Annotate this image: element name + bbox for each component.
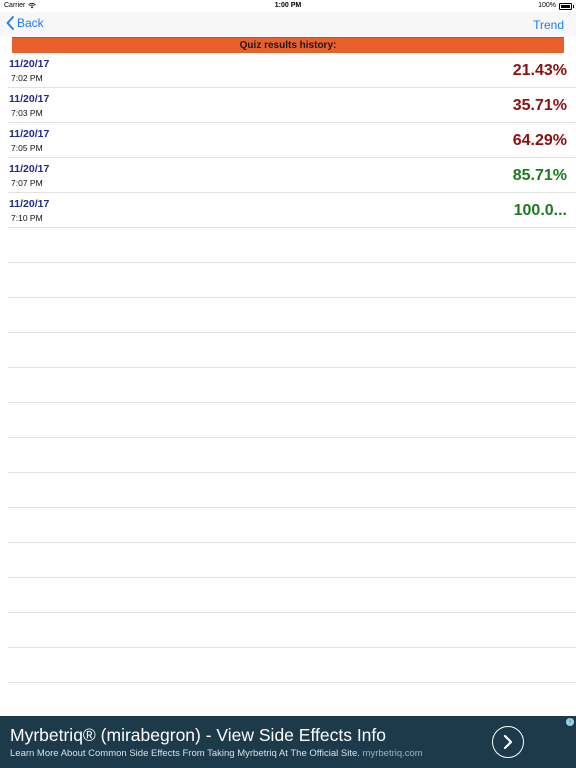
result-date: 11/20/17 (9, 128, 50, 140)
empty-row (8, 228, 576, 263)
result-time: 7:10 PM (11, 213, 43, 223)
result-date: 11/20/17 (9, 198, 50, 210)
result-time: 7:05 PM (11, 143, 43, 153)
empty-row (8, 438, 576, 473)
status-bar: Carrier 1:00 PM 100% (0, 0, 576, 12)
back-button[interactable]: Back (6, 16, 44, 30)
status-time: 1:00 PM (274, 2, 302, 9)
empty-row (8, 263, 576, 298)
empty-row (8, 683, 576, 718)
empty-row (8, 578, 576, 613)
empty-row (8, 473, 576, 508)
chevron-left-icon (6, 16, 14, 30)
result-row[interactable]: 11/20/17 7:05 PM 64.29% (8, 123, 576, 158)
ad-domain: myrbetriq.com (362, 748, 423, 759)
result-date: 11/20/17 (9, 58, 50, 70)
empty-row (8, 333, 576, 368)
result-score: 85.71% (512, 167, 567, 184)
result-row[interactable]: 11/20/17 7:07 PM 85.71% (8, 158, 576, 193)
result-score: 64.29% (512, 132, 567, 149)
empty-row (8, 543, 576, 578)
result-row[interactable]: 11/20/17 7:10 PM 100.0... (8, 193, 576, 228)
result-score: 100.0... (513, 202, 567, 219)
back-label: Back (17, 16, 44, 30)
ad-info-icon[interactable]: i (566, 718, 574, 726)
result-row[interactable]: 11/20/17 7:02 PM 21.43% (8, 53, 576, 88)
empty-row (8, 298, 576, 333)
ad-description: Learn More About Common Side Effects Fro… (10, 748, 360, 759)
result-time: 7:07 PM (11, 178, 43, 188)
result-row[interactable]: 11/20/17 7:03 PM 35.71% (8, 88, 576, 123)
result-date: 11/20/17 (9, 93, 50, 105)
battery-percent: 100% (538, 2, 556, 9)
ad-open-button[interactable] (492, 726, 524, 758)
empty-row (8, 508, 576, 543)
trend-button[interactable]: Trend (533, 18, 564, 32)
quiz-history-header: Quiz results history: (12, 37, 564, 53)
ad-banner[interactable]: Myrbetriq® (mirabegron) - View Side Effe… (0, 716, 576, 768)
battery-icon (559, 2, 574, 10)
empty-row (8, 403, 576, 438)
result-score: 21.43% (512, 62, 567, 79)
empty-row (8, 648, 576, 683)
ad-title: Myrbetriq® (mirabegron) - View Side Effe… (10, 725, 387, 745)
result-time: 7:03 PM (11, 108, 43, 118)
chevron-right-icon (503, 734, 513, 750)
ad-subtitle: Learn More About Common Side Effects Fro… (10, 748, 423, 759)
navigation-bar: Back Trend (0, 12, 576, 36)
empty-row (8, 368, 576, 403)
battery-group: 100% (538, 0, 574, 12)
result-score: 35.71% (512, 97, 567, 114)
result-time: 7:02 PM (11, 73, 43, 83)
result-date: 11/20/17 (9, 163, 50, 175)
empty-row (8, 613, 576, 648)
results-list: 11/20/17 7:02 PM 21.43% 11/20/17 7:03 PM… (0, 53, 576, 718)
